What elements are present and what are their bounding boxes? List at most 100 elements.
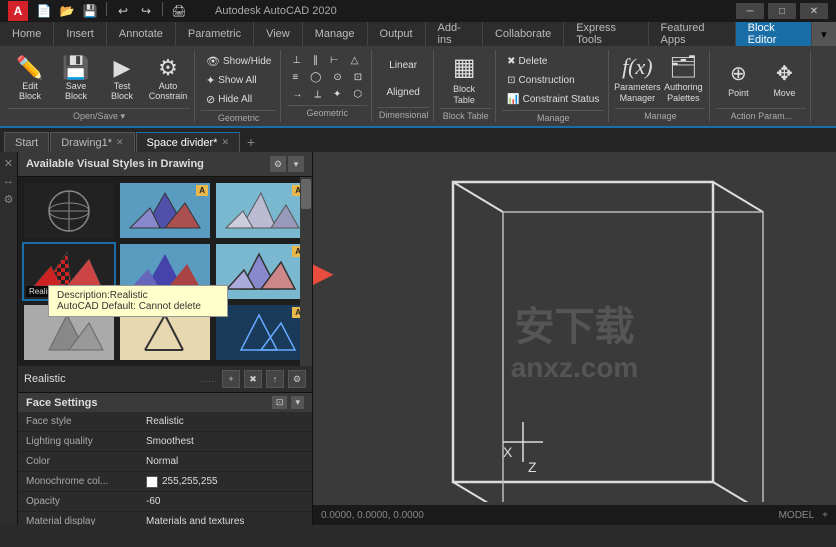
vs-hidden[interactable]: A [214, 181, 308, 240]
maximize-button[interactable]: □ [768, 3, 796, 19]
side-icon-cursor[interactable]: ↔ [2, 174, 16, 188]
add-tab-button[interactable]: + [241, 132, 261, 152]
geom-triangle[interactable]: △ [346, 51, 364, 69]
qa-new[interactable]: 📄 [34, 2, 54, 20]
geom-equal[interactable]: ≡ [287, 68, 303, 86]
face-settings-btn2[interactable]: ▾ [291, 396, 304, 409]
edit-block-icon: ✏️ [16, 57, 43, 79]
qa-save[interactable]: 💾 [80, 2, 100, 20]
geom-concentric[interactable]: ⊙ [328, 68, 346, 86]
side-icon-tools[interactable]: ⚙ [2, 192, 16, 206]
left-panel-title: Available Visual Styles in Drawing [26, 158, 204, 170]
face-settings-header[interactable]: Face Settings ⊡ ▾ [18, 393, 312, 412]
delete-button[interactable]: ✖ Delete [502, 52, 604, 70]
prop-color-value[interactable]: Normal [146, 456, 304, 467]
edit-block-button[interactable]: ✏️ EditBlock [8, 52, 52, 106]
construction-label: Construction [519, 75, 575, 86]
tab-view[interactable]: View [254, 22, 303, 46]
scrollbar-thumb[interactable] [301, 179, 311, 209]
geom-smooth[interactable]: ⟂ [309, 85, 326, 103]
auto-constrain-button[interactable]: ⚙ AutoConstrain [146, 52, 190, 106]
show-hide-button[interactable]: 👁 Show/Hide [201, 52, 276, 70]
vs-tooltip: Description:Realistic AutoCAD Default: C… [48, 285, 228, 317]
vs-ctrl-export[interactable]: ↑ [266, 370, 284, 388]
prop-material-value[interactable]: Materials and textures [146, 516, 304, 525]
prop-face-style-value[interactable]: Realistic [146, 416, 304, 427]
tab-space-divider-close[interactable]: ✕ [221, 137, 229, 148]
status-coords: 0.0000, 0.0000, 0.0000 [321, 510, 424, 521]
tab-featured[interactable]: Featured Apps [649, 22, 736, 46]
vs-controls: Realistic ..... + ✖ ↑ ⚙ [18, 366, 312, 393]
test-block-button[interactable]: ▶ TestBlock [100, 52, 144, 106]
geom-mid[interactable]: ✦ [328, 85, 346, 103]
ribbon-toggle[interactable]: ▾ [812, 22, 836, 46]
point-button[interactable]: ⊕ Point [716, 52, 760, 106]
qa-undo[interactable]: ↩ [113, 2, 133, 20]
save-block-button[interactable]: 💾 SaveBlock [54, 52, 98, 106]
tab-start[interactable]: Start [4, 132, 49, 152]
constraint-status-button[interactable]: 📊 Constraint Status [502, 90, 604, 108]
vs-scrollbar[interactable] [300, 177, 312, 366]
geom-perpendicular[interactable]: ⊥ [287, 51, 306, 69]
point-label: Point [728, 88, 749, 98]
minimize-button[interactable]: ─ [736, 3, 764, 19]
block-table-button[interactable]: ▦ BlockTable [440, 52, 488, 106]
tab-drawing1[interactable]: Drawing1* ✕ [50, 132, 134, 152]
hide-all-button[interactable]: ⊘ Hide All [201, 90, 276, 108]
tab-block-editor[interactable]: Block Editor [736, 22, 812, 46]
panel-settings-button[interactable]: ⚙ [270, 156, 286, 172]
status-layout-btn[interactable]: + [822, 510, 828, 521]
geom-sym[interactable]: ⊡ [349, 68, 367, 86]
3d-frame: Z X [373, 162, 836, 502]
tab-space-divider[interactable]: Space divider* ✕ [136, 132, 240, 152]
linear-button[interactable]: Linear [378, 52, 428, 78]
tab-drawing1-close[interactable]: ✕ [116, 137, 124, 148]
constraint-status-icon: 📊 [507, 94, 519, 105]
prop-color: Color Normal [18, 452, 312, 472]
qa-redo[interactable]: ↪ [136, 2, 156, 20]
side-icon-x[interactable]: ✕ [2, 156, 16, 170]
status-model-btn[interactable]: MODEL [779, 510, 815, 521]
prop-lighting-quality-value[interactable]: Smoothest [146, 436, 304, 447]
title-controls: ─ □ ✕ [736, 3, 828, 19]
qa-print[interactable]: 🖨 [169, 2, 189, 20]
qa-open[interactable]: 📂 [57, 2, 77, 20]
close-button[interactable]: ✕ [800, 3, 828, 19]
tab-addins[interactable]: Add-ins [426, 22, 483, 46]
visual-styles-section: A A [18, 177, 312, 366]
tab-collaborate[interactable]: Collaborate [483, 22, 564, 46]
geom-circle[interactable]: ◯ [305, 68, 326, 86]
construction-button[interactable]: ⊡ Construction [502, 71, 604, 89]
group-show-hide: 👁 Show/Hide ✦ Show All ⊘ Hide All Geomet… [197, 50, 281, 122]
prop-monochrome: Monochrome col... 255,255,255 [18, 472, 312, 492]
move-button[interactable]: ✥ Move [762, 52, 806, 106]
vs-shaded-edges[interactable]: A [214, 242, 308, 301]
prop-monochrome-value[interactable]: 255,255,255 [146, 476, 304, 488]
prop-opacity-value[interactable]: -60 [146, 496, 304, 507]
tab-annotate[interactable]: Annotate [107, 22, 176, 46]
tab-drawing1-label: Drawing1* [61, 137, 112, 149]
vs-wireframe[interactable]: A [214, 303, 308, 362]
geom-parallel[interactable]: ∥ [308, 51, 323, 69]
vs-2d-wireframe[interactable] [22, 181, 116, 240]
face-settings-btn1[interactable]: ⊡ [272, 396, 288, 409]
vs-conceptual[interactable]: A [118, 181, 212, 240]
tab-manage[interactable]: Manage [303, 22, 368, 46]
parameters-manager-button[interactable]: f(x) ParametersManager [615, 52, 659, 106]
authoring-palettes-button[interactable]: 🗂 AuthoringPalettes [661, 52, 705, 106]
geom-col4[interactable]: ⬡ [348, 85, 367, 103]
vs-ctrl-del[interactable]: ✖ [244, 370, 262, 388]
tab-output[interactable]: Output [368, 22, 426, 46]
geom-fix[interactable]: → [287, 85, 307, 103]
panel-dropdown-button[interactable]: ▾ [288, 156, 304, 172]
tab-express[interactable]: Express Tools [564, 22, 648, 46]
geom-row2: ≡ ◯ ⊙ ⊡ [287, 69, 367, 85]
vs-ctrl-new[interactable]: + [222, 370, 240, 388]
show-all-button[interactable]: ✦ Show All [201, 71, 276, 89]
tab-home[interactable]: Home [0, 22, 54, 46]
aligned-button[interactable]: Aligned [378, 79, 428, 105]
tab-parametric[interactable]: Parametric [176, 22, 254, 46]
tab-insert[interactable]: Insert [54, 22, 107, 46]
vs-ctrl-settings[interactable]: ⚙ [288, 370, 306, 388]
geom-tangent[interactable]: ⊢ [325, 51, 344, 69]
